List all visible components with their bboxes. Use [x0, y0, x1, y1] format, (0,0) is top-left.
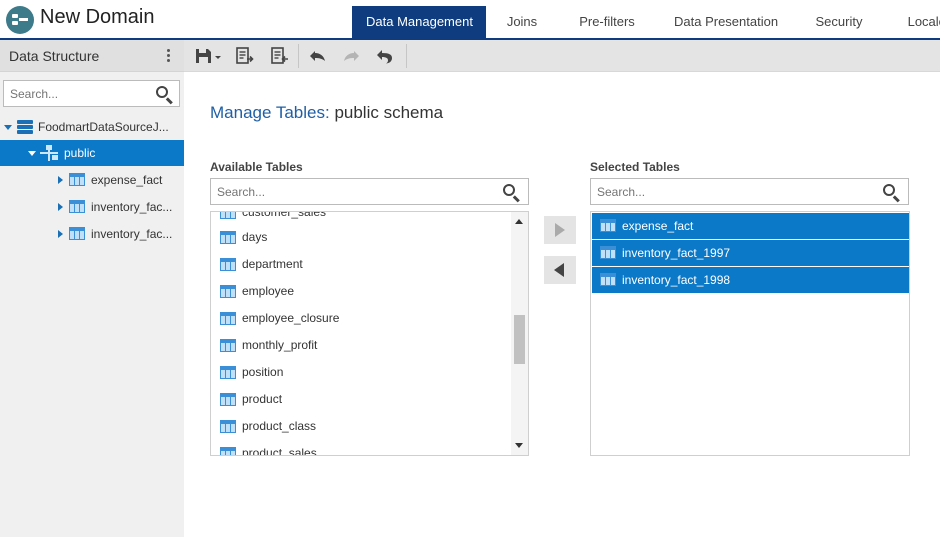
arrow-left-icon — [554, 263, 564, 277]
domain-logo-icon — [6, 6, 34, 34]
table-icon — [600, 246, 616, 259]
table-icon — [220, 258, 236, 271]
selected-search-input[interactable] — [591, 179, 861, 204]
table-icon — [69, 227, 85, 240]
list-item-label: monthly_profit — [242, 338, 318, 352]
expand-down-icon[interactable] — [4, 125, 12, 130]
list-item-label: product — [242, 392, 283, 406]
sidebar: Data Structure FoodmartDataSourceJ... pu… — [0, 40, 184, 537]
sidebar-search-input[interactable] — [4, 81, 144, 106]
tab-pre-filters[interactable]: Pre-filters — [558, 6, 656, 38]
search-icon[interactable] — [882, 183, 900, 203]
table-icon — [220, 285, 236, 298]
import-icon[interactable] — [269, 46, 291, 66]
tree-item-label: inventory_fac... — [91, 227, 173, 241]
table-icon — [220, 231, 236, 244]
list-item-label: employee — [242, 284, 295, 298]
table-icon — [220, 339, 236, 352]
table-icon — [69, 173, 85, 186]
sidebar-search — [3, 80, 180, 107]
schema-icon — [40, 145, 58, 161]
scroll-down-icon[interactable] — [515, 443, 523, 448]
selected-list-item[interactable]: inventory_fact_1997 — [592, 240, 909, 266]
selected-list-item[interactable]: inventory_fact_1998 — [592, 267, 909, 293]
add-table-button[interactable] — [544, 216, 576, 244]
list-item-label: inventory_fact_1998 — [622, 273, 731, 287]
list-item-label: product_sales — [242, 446, 317, 456]
tab-joins[interactable]: Joins — [486, 6, 558, 38]
page-title-label: Manage Tables: — [210, 103, 330, 122]
tree-item-table[interactable]: expense_fact — [0, 167, 184, 193]
table-icon — [220, 447, 236, 455]
scrollbar-thumb[interactable] — [514, 315, 525, 364]
sidebar-header: Data Structure — [0, 40, 184, 72]
list-item-label: department — [242, 257, 303, 271]
scroll-up-icon[interactable] — [515, 219, 523, 224]
undo-all-icon[interactable] — [374, 46, 396, 66]
tree-item-table[interactable]: inventory_fac... — [0, 221, 184, 247]
list-item-label: employee_closure — [242, 311, 340, 325]
app-title: New Domain — [40, 6, 155, 28]
tab-data-presentation[interactable]: Data Presentation — [656, 6, 790, 38]
list-item-label: days — [242, 230, 268, 244]
table-icon — [220, 212, 236, 219]
table-icon — [69, 200, 85, 213]
search-icon[interactable] — [502, 183, 520, 203]
toolbar-divider — [406, 44, 407, 68]
expand-right-icon[interactable] — [58, 230, 63, 238]
toolbar — [184, 40, 940, 72]
tab-locales[interactable]: Locales — [888, 6, 940, 38]
table-icon — [600, 219, 616, 232]
expand-right-icon[interactable] — [58, 203, 63, 211]
redo-icon[interactable] — [340, 46, 362, 66]
toolbar-divider — [298, 44, 299, 68]
selected-tables-label: Selected Tables — [590, 160, 680, 174]
tree-item-label: expense_fact — [91, 173, 163, 187]
tree-item-schema[interactable]: public — [0, 140, 184, 166]
list-item-label: expense_fact — [622, 219, 694, 233]
save-icon[interactable] — [194, 46, 224, 66]
table-icon — [220, 312, 236, 325]
available-tables-label: Available Tables — [210, 160, 303, 174]
selected-search — [590, 178, 909, 205]
available-search-input[interactable] — [211, 179, 481, 204]
sidebar-title: Data Structure — [9, 48, 100, 64]
top-bar: New Domain Data Management Joins Pre-fil… — [0, 0, 940, 40]
table-icon — [220, 366, 236, 379]
tab-data-management[interactable]: Data Management — [352, 6, 486, 38]
kebab-menu-icon[interactable] — [162, 47, 174, 65]
list-scrollbar[interactable] — [511, 212, 528, 455]
page-title: Manage Tables: public schema — [210, 103, 443, 123]
tree-item-table[interactable]: inventory_fac... — [0, 194, 184, 220]
arrow-right-icon — [555, 223, 565, 237]
selected-list-item[interactable]: expense_fact — [592, 213, 909, 239]
list-item-label: product_class — [242, 419, 317, 433]
list-item-label: position — [242, 365, 284, 379]
tab-security[interactable]: Security — [790, 6, 888, 38]
tree-item-label: public — [64, 146, 96, 160]
undo-icon[interactable] — [307, 46, 329, 66]
database-icon — [17, 120, 33, 134]
available-tables-list: customer_sales days department employee … — [210, 211, 529, 456]
tree-item-label: FoodmartDataSourceJ... — [38, 120, 169, 134]
remove-table-button[interactable] — [544, 256, 576, 284]
table-icon — [220, 420, 236, 433]
selected-tables-list: expense_fact inventory_fact_1997 invento… — [590, 211, 910, 456]
page-title-schema: public schema — [329, 103, 444, 122]
export-icon[interactable] — [234, 46, 256, 66]
expand-right-icon[interactable] — [58, 176, 63, 184]
expand-down-icon[interactable] — [28, 151, 36, 156]
table-icon — [600, 273, 616, 286]
search-icon[interactable] — [155, 85, 173, 105]
list-item-label: inventory_fact_1997 — [622, 246, 731, 260]
tree-item-label: inventory_fac... — [91, 200, 173, 214]
table-icon — [220, 393, 236, 406]
tree-item-datasource[interactable]: FoodmartDataSourceJ... — [0, 114, 184, 140]
available-search — [210, 178, 529, 205]
tab-bar: Data Management Joins Pre-filters Data P… — [352, 6, 940, 38]
